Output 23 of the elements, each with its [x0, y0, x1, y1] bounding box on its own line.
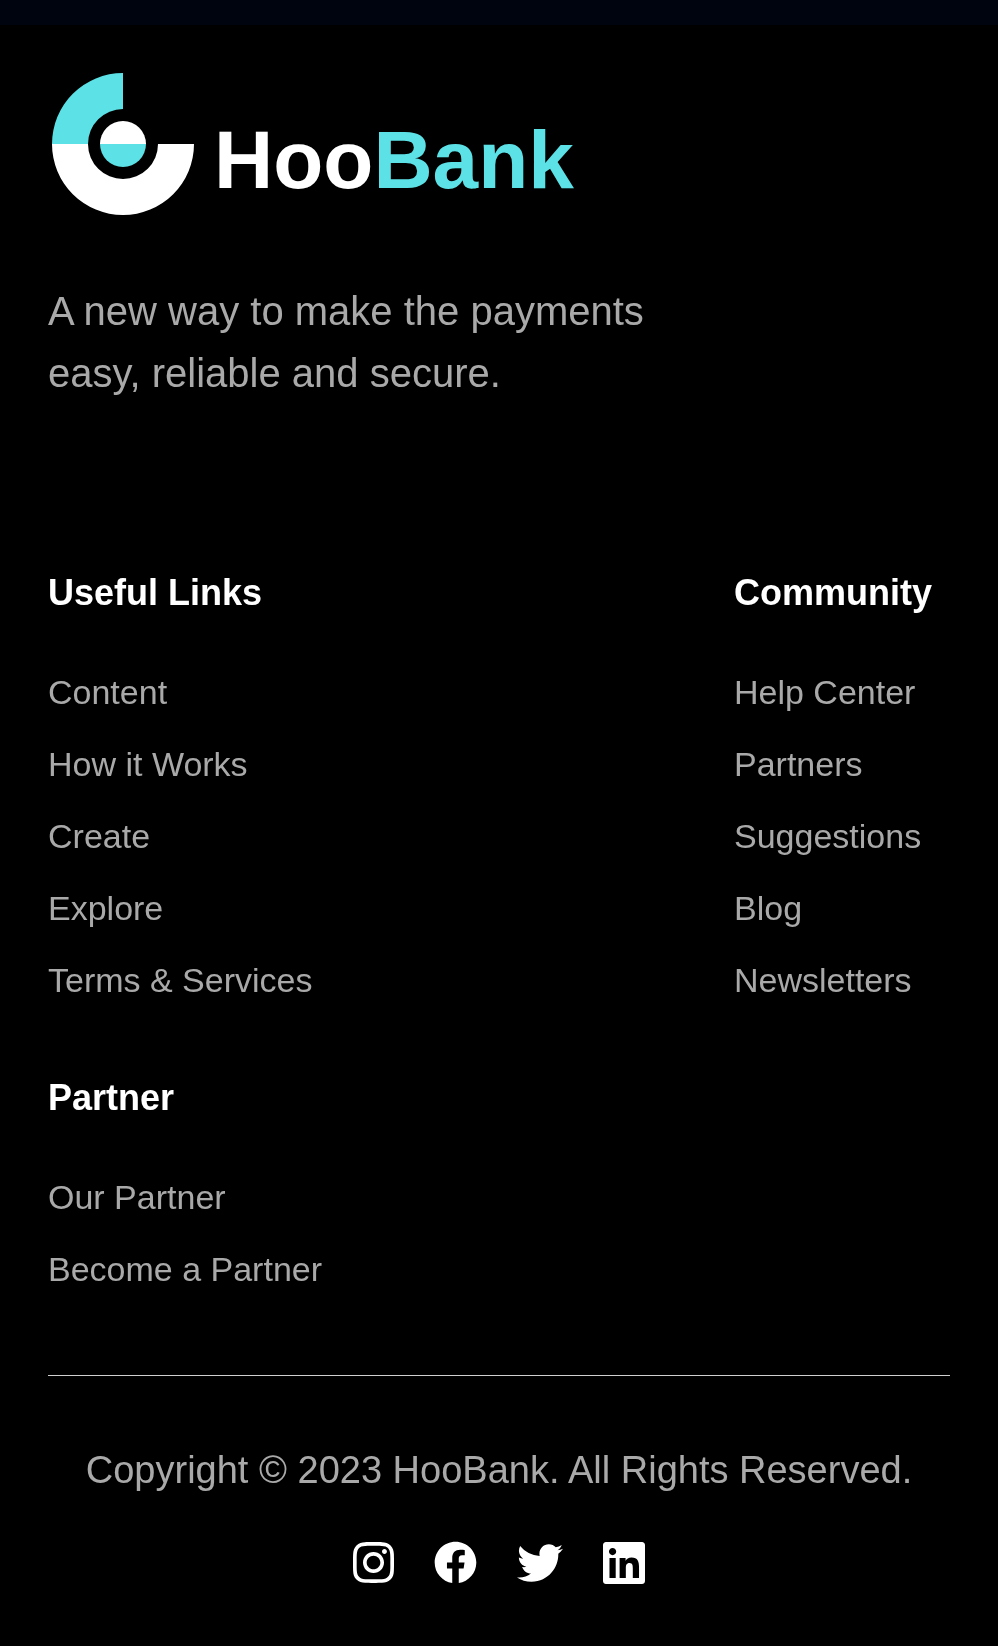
- footer-link[interactable]: Newsletters: [734, 956, 912, 1004]
- column-heading: Useful Links: [48, 571, 263, 615]
- twitter-icon[interactable]: [517, 1543, 563, 1582]
- footer-link[interactable]: Help Center: [734, 668, 916, 716]
- footer-link[interactable]: Content: [48, 668, 168, 716]
- instagram-icon[interactable]: [353, 1542, 394, 1583]
- footer-link[interactable]: Create: [48, 812, 151, 860]
- footer-link[interactable]: Explore: [48, 884, 164, 932]
- logo-wordmark: HooBank: [214, 119, 574, 201]
- column-heading: Partner: [48, 1076, 175, 1120]
- footer-link[interactable]: How it Works: [48, 740, 248, 788]
- footer-link[interactable]: Suggestions: [734, 812, 922, 860]
- footer-link[interactable]: Blog: [734, 884, 803, 932]
- footer-link[interactable]: Our Partner: [48, 1173, 226, 1221]
- linkedin-icon[interactable]: [603, 1541, 645, 1584]
- footer-link[interactable]: Terms & Services: [48, 956, 313, 1004]
- tagline-text: A new way to make the payments easy, reliable and secure.: [48, 288, 645, 397]
- column-heading: Community: [734, 571, 932, 615]
- facebook-icon[interactable]: [434, 1541, 477, 1584]
- footer-link[interactable]: Partners: [734, 740, 863, 788]
- copyright-text: Copyright © 2023 HooBank. All Rights Reserved.: [85, 1448, 913, 1493]
- logo-icon: [52, 73, 194, 215]
- footer-link[interactable]: Become a Partner: [48, 1245, 323, 1293]
